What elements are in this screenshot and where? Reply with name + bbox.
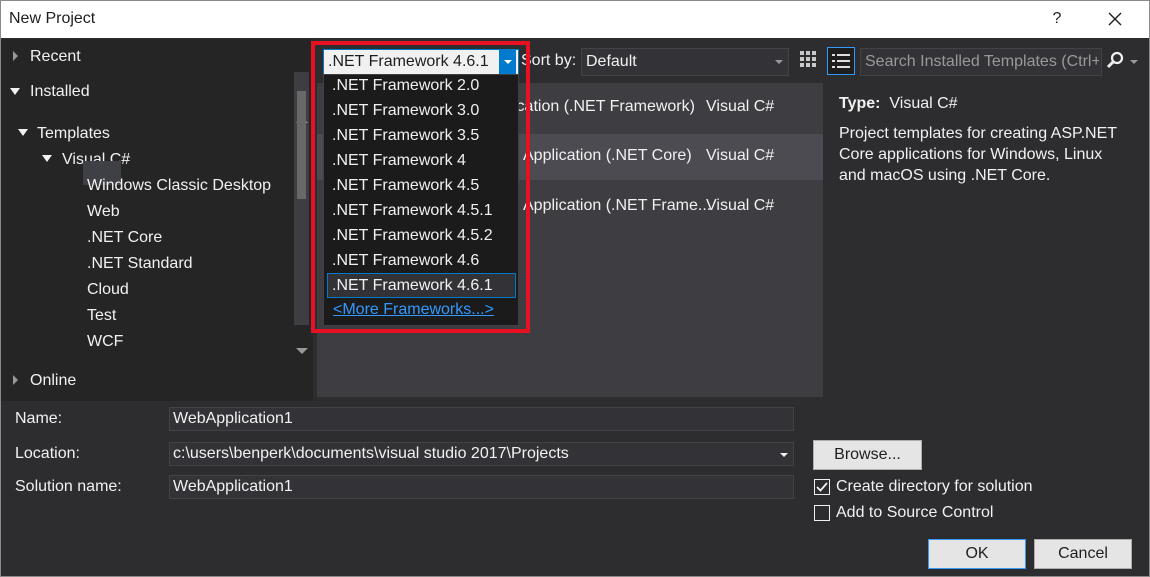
title-bar: New Project ? bbox=[1, 1, 1149, 38]
name-value: WebApplication1 bbox=[173, 410, 293, 427]
ok-button[interactable]: OK bbox=[928, 539, 1026, 569]
solution-name-value: WebApplication1 bbox=[173, 478, 293, 495]
grid-view-button[interactable] bbox=[797, 48, 823, 74]
solution-name-field[interactable]: WebApplication1 bbox=[169, 475, 794, 499]
installed-collapse-icon[interactable] bbox=[10, 88, 20, 95]
tree-item-recent[interactable]: Recent bbox=[30, 48, 81, 66]
list-view-icon bbox=[832, 54, 850, 68]
cancel-button[interactable]: Cancel bbox=[1034, 539, 1132, 569]
location-label: Location: bbox=[15, 445, 80, 462]
template-language: Visual C# bbox=[706, 147, 775, 164]
tree-item-net-core[interactable]: .NET Core bbox=[87, 229, 162, 247]
new-project-dialog: New Project ? Recent Installed Templates… bbox=[0, 0, 1150, 577]
tree-item-cloud[interactable]: Cloud bbox=[87, 281, 129, 299]
template-description: Project templates for creating ASP.NET C… bbox=[839, 125, 1117, 184]
template-name: Application (.NET Frame... bbox=[523, 197, 712, 214]
create-directory-checkbox[interactable] bbox=[814, 479, 830, 495]
tree-item-installed[interactable]: Installed bbox=[30, 83, 90, 101]
close-icon bbox=[1108, 12, 1122, 26]
online-expand-icon[interactable] bbox=[13, 375, 18, 385]
tree-scrollbar-thumb[interactable] bbox=[297, 91, 306, 199]
templates-collapse-icon[interactable] bbox=[18, 129, 28, 136]
name-field[interactable]: WebApplication1 bbox=[169, 407, 794, 431]
search-options-chevron-icon[interactable] bbox=[1130, 60, 1138, 64]
chevron-down-icon[interactable] bbox=[780, 453, 788, 457]
tree-item-templates[interactable]: Templates bbox=[37, 125, 110, 143]
window-title: New Project bbox=[9, 10, 96, 27]
grid-view-icon bbox=[800, 51, 816, 67]
template-name: ication (.NET Framework) bbox=[513, 98, 695, 115]
tree-item-net-standard[interactable]: .NET Standard bbox=[87, 255, 193, 273]
create-directory-label[interactable]: Create directory for solution bbox=[836, 478, 1033, 496]
template-language: Visual C# bbox=[706, 98, 775, 115]
search-icon[interactable] bbox=[1105, 51, 1125, 71]
search-input[interactable]: Search Installed Templates (Ctrl+E) bbox=[860, 48, 1102, 76]
close-button[interactable] bbox=[1097, 4, 1133, 34]
type-line: Type: Visual C# bbox=[839, 93, 1139, 114]
tree-item-test[interactable]: Test bbox=[87, 307, 116, 325]
tree-item-wcf[interactable]: WCF bbox=[87, 333, 123, 351]
template-language: Visual C# bbox=[706, 197, 775, 214]
tree-item-web[interactable]: Web bbox=[87, 203, 120, 221]
visual-csharp-collapse-icon[interactable] bbox=[42, 155, 52, 162]
highlight-annotation-box bbox=[311, 41, 530, 333]
template-details: Type: Visual C# Project templates for cr… bbox=[839, 93, 1139, 186]
location-field[interactable]: c:\users\benperk\documents\visual studio… bbox=[169, 442, 794, 466]
recent-expand-icon[interactable] bbox=[13, 51, 18, 61]
sort-dropdown[interactable]: Default bbox=[581, 48, 789, 76]
help-button[interactable]: ? bbox=[1039, 4, 1075, 34]
source-control-checkbox[interactable] bbox=[814, 505, 830, 521]
sort-value: Default bbox=[586, 53, 637, 70]
checkmark-icon bbox=[816, 482, 828, 492]
list-view-button[interactable] bbox=[827, 47, 855, 75]
template-name: Application (.NET Core) bbox=[523, 147, 692, 164]
tree-item-online[interactable]: Online bbox=[30, 372, 76, 390]
source-control-label[interactable]: Add to Source Control bbox=[836, 504, 993, 522]
name-label: Name: bbox=[15, 410, 63, 427]
tree-item-windows-classic-desktop[interactable]: Windows Classic Desktop bbox=[87, 177, 271, 195]
type-value: Visual C# bbox=[889, 95, 958, 112]
chevron-down-icon bbox=[775, 60, 783, 64]
search-placeholder: Search Installed Templates (Ctrl+E) bbox=[865, 53, 1099, 70]
scroll-down-icon[interactable] bbox=[296, 348, 308, 354]
location-value: c:\users\benperk\documents\visual studio… bbox=[173, 445, 569, 462]
browse-button[interactable]: Browse... bbox=[813, 440, 922, 470]
solution-name-label: Solution name: bbox=[15, 478, 122, 495]
type-label: Type: bbox=[839, 95, 881, 112]
